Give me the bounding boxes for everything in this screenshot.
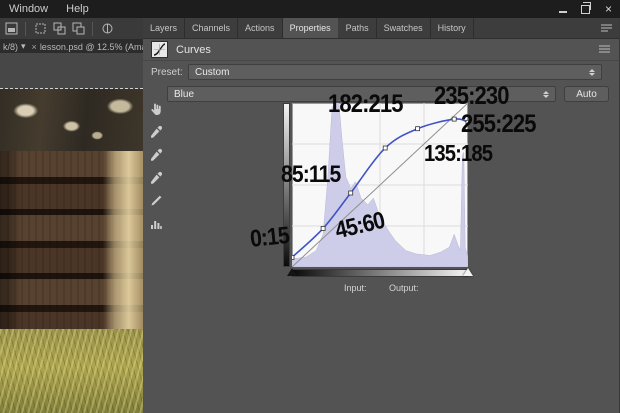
menu-bar: Window Help × (0, 0, 620, 19)
preset-value: Custom (195, 66, 230, 78)
curve-point[interactable] (320, 226, 326, 231)
black-point-eyedropper-icon[interactable] (148, 124, 164, 140)
auto-button[interactable]: Auto (564, 86, 609, 102)
options-bar (0, 18, 143, 40)
curve-editor (283, 103, 473, 279)
curve-point[interactable] (382, 145, 388, 151)
refine-edge-icon[interactable] (100, 22, 114, 36)
properties-menu-icon[interactable] (598, 45, 620, 54)
tab-actions[interactable]: Actions (238, 18, 283, 38)
panel-tab-bar: Layers Channels Actions Properties Paths… (143, 18, 620, 39)
tab-properties[interactable]: Properties (282, 18, 339, 38)
menu-window[interactable]: Window (0, 3, 57, 15)
pencil-curve-icon[interactable] (148, 193, 164, 209)
curve-point[interactable] (415, 126, 420, 132)
dropdown-arrows-icon (589, 68, 595, 76)
annotation-0-15: 0:15 (248, 221, 291, 253)
menu-help[interactable]: Help (57, 3, 98, 15)
annotation-135-185: 135:185 (424, 140, 493, 166)
tab-history[interactable]: History (431, 18, 474, 38)
photoshop-window: Window Help × k/8) ▾ × lesson.psd @ 12.5… (0, 0, 620, 413)
canvas-area[interactable] (0, 53, 143, 413)
restore-button[interactable] (574, 0, 597, 18)
curve-point[interactable] (292, 254, 295, 260)
tool-preset-icon[interactable] (4, 22, 18, 36)
targeted-adjustment-icon[interactable] (148, 101, 164, 117)
input-label: Input: (344, 283, 367, 293)
properties-header: Curves (143, 39, 620, 61)
annotation-235-230: 235:230 (434, 82, 509, 110)
curve-point[interactable] (348, 190, 354, 196)
panel-title: Curves (176, 43, 211, 56)
photo-grass-region (0, 329, 143, 413)
highlight-input-slider[interactable] (463, 268, 473, 276)
add-selection-icon[interactable] (52, 22, 66, 36)
photo-document (0, 88, 143, 413)
gray-point-eyedropper-icon[interactable] (148, 147, 164, 163)
white-point-eyedropper-icon[interactable] (148, 170, 164, 186)
annotation-255-225: 255:225 (461, 110, 536, 138)
active-document-tab[interactable]: lesson.psd @ 12.5% (Amaro… (40, 42, 143, 52)
output-label: Output: (389, 283, 419, 293)
new-selection-icon[interactable] (33, 22, 47, 36)
photo-fence-region (0, 151, 143, 329)
tab-swatches[interactable]: Swatches (377, 18, 431, 38)
options-separator (92, 21, 93, 36)
tab-dropdown-icon[interactable]: ▾ (21, 41, 26, 52)
panel-menu-icon[interactable] (600, 18, 620, 38)
prev-document-tab[interactable]: k/8) (3, 42, 18, 52)
shadow-input-slider[interactable] (287, 268, 297, 276)
preset-label: Preset: (151, 67, 183, 78)
tab-layers[interactable]: Layers (143, 18, 186, 38)
preset-dropdown[interactable]: Custom (188, 64, 602, 80)
annotation-182-215: 182:215 (328, 90, 403, 118)
curves-adjustment-icon (151, 41, 168, 58)
subtract-selection-icon[interactable] (71, 22, 85, 36)
minimize-button[interactable] (551, 0, 574, 18)
input-gradient-bar (292, 269, 468, 277)
window-controls: × (551, 0, 620, 18)
dropdown-arrows-icon (543, 90, 549, 98)
tab-channels[interactable]: Channels (185, 18, 239, 38)
close-button[interactable]: × (597, 0, 620, 18)
document-tab-bar: k/8) ▾ × lesson.psd @ 12.5% (Amaro… (0, 40, 143, 53)
restore-icon (581, 1, 591, 14)
channel-value: Blue (174, 88, 195, 100)
tab-close-icon[interactable]: × (32, 42, 37, 52)
photo-trees-region (0, 89, 143, 151)
histogram-clip-icon[interactable] (148, 216, 164, 232)
curve-point[interactable] (451, 116, 457, 122)
minimize-icon (558, 11, 567, 13)
curves-tool-strip (146, 101, 166, 232)
options-separator (25, 21, 26, 36)
tab-paths[interactable]: Paths (339, 18, 377, 38)
annotation-85-115: 85:115 (281, 161, 341, 188)
